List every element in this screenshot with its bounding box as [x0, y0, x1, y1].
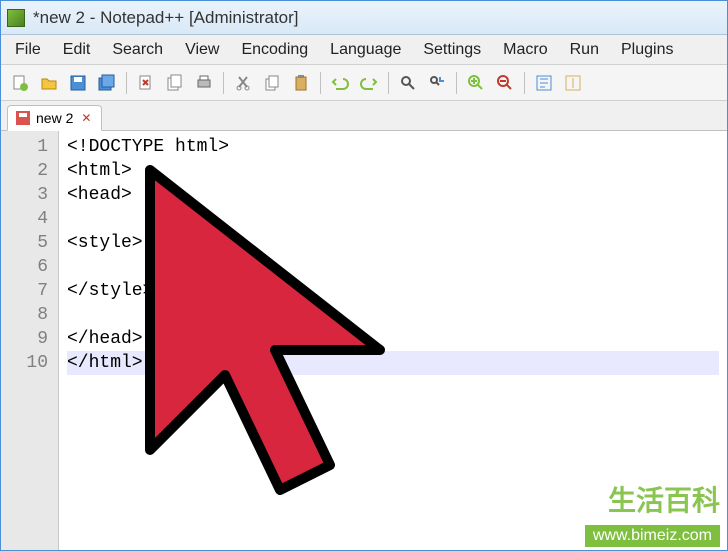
open-file-button[interactable]	[36, 70, 62, 96]
notepadpp-window: *new 2 - Notepad++ [Administrator] File …	[0, 0, 728, 551]
zoom-in-icon	[467, 74, 485, 92]
menu-view[interactable]: View	[175, 37, 229, 63]
toolbar-separator	[456, 72, 457, 94]
code-line[interactable]	[67, 255, 719, 279]
code-line[interactable]: </style>	[67, 279, 719, 303]
line-number-gutter: 12345678910	[1, 131, 59, 550]
new-file-button[interactable]	[7, 70, 33, 96]
line-number: 6	[5, 255, 48, 279]
print-button[interactable]	[191, 70, 217, 96]
tab-label: new 2	[36, 110, 73, 126]
tab-new2[interactable]: new 2 ✕	[7, 105, 102, 131]
watermark-text: 生活百科	[608, 479, 720, 519]
redo-button[interactable]	[356, 70, 382, 96]
code-line[interactable]	[67, 303, 719, 327]
line-number: 1	[5, 135, 48, 159]
zoom-in-button[interactable]	[463, 70, 489, 96]
close-all-button[interactable]	[162, 70, 188, 96]
paste-button[interactable]	[288, 70, 314, 96]
save-icon	[69, 74, 87, 92]
line-number: 4	[5, 207, 48, 231]
replace-icon	[428, 74, 446, 92]
save-all-icon	[98, 74, 116, 92]
save-all-button[interactable]	[94, 70, 120, 96]
redo-icon	[360, 74, 378, 92]
tab-close-button[interactable]: ✕	[79, 111, 93, 125]
sync-h-icon	[564, 74, 582, 92]
menu-edit[interactable]: Edit	[53, 37, 101, 63]
window-title: *new 2 - Notepad++ [Administrator]	[33, 8, 299, 28]
toolbar-separator	[320, 72, 321, 94]
menu-encoding[interactable]: Encoding	[231, 37, 318, 63]
paste-icon	[292, 74, 310, 92]
menu-macro[interactable]: Macro	[493, 37, 557, 63]
line-number: 9	[5, 327, 48, 351]
code-line[interactable]	[67, 207, 719, 231]
tabbar: new 2 ✕	[1, 101, 727, 131]
show-all-chars-button[interactable]	[560, 70, 586, 96]
zoom-out-button[interactable]	[492, 70, 518, 96]
save-button[interactable]	[65, 70, 91, 96]
menu-search[interactable]: Search	[102, 37, 173, 63]
find-icon	[399, 74, 417, 92]
code-line[interactable]: </html>	[67, 351, 719, 375]
unsaved-file-icon	[16, 111, 30, 125]
line-number: 8	[5, 303, 48, 327]
code-line[interactable]: <!DOCTYPE html>	[67, 135, 719, 159]
toolbar-separator	[388, 72, 389, 94]
menu-file[interactable]: File	[5, 37, 51, 63]
copy-icon	[263, 74, 281, 92]
line-number: 7	[5, 279, 48, 303]
cut-button[interactable]	[230, 70, 256, 96]
sync-v-icon	[535, 74, 553, 92]
print-icon	[195, 74, 213, 92]
toolbar-separator	[524, 72, 525, 94]
menu-plugins[interactable]: Plugins	[611, 37, 683, 63]
wordwrap-button[interactable]	[531, 70, 557, 96]
code-line[interactable]: <head>	[67, 183, 719, 207]
copy-button[interactable]	[259, 70, 285, 96]
menu-language[interactable]: Language	[320, 37, 411, 63]
close-icon	[137, 74, 155, 92]
watermark-url: www.bimeiz.com	[585, 525, 720, 547]
app-icon	[7, 9, 25, 27]
line-number: 2	[5, 159, 48, 183]
close-file-button[interactable]	[133, 70, 159, 96]
cut-icon	[234, 74, 252, 92]
find-button[interactable]	[395, 70, 421, 96]
menu-run[interactable]: Run	[560, 37, 609, 63]
line-number: 10	[5, 351, 48, 375]
close-all-icon	[166, 74, 184, 92]
code-line[interactable]: <style>	[67, 231, 719, 255]
undo-button[interactable]	[327, 70, 353, 96]
toolbar	[1, 65, 727, 101]
undo-icon	[331, 74, 349, 92]
replace-button[interactable]	[424, 70, 450, 96]
code-line[interactable]: <html>	[67, 159, 719, 183]
menu-settings[interactable]: Settings	[413, 37, 491, 63]
line-number: 5	[5, 231, 48, 255]
zoom-out-icon	[496, 74, 514, 92]
code-line[interactable]: </head>	[67, 327, 719, 351]
line-number: 3	[5, 183, 48, 207]
toolbar-separator	[126, 72, 127, 94]
new-file-icon	[11, 74, 29, 92]
toolbar-separator	[223, 72, 224, 94]
menubar: File Edit Search View Encoding Language …	[1, 35, 727, 65]
titlebar: *new 2 - Notepad++ [Administrator]	[1, 1, 727, 35]
open-file-icon	[40, 74, 58, 92]
